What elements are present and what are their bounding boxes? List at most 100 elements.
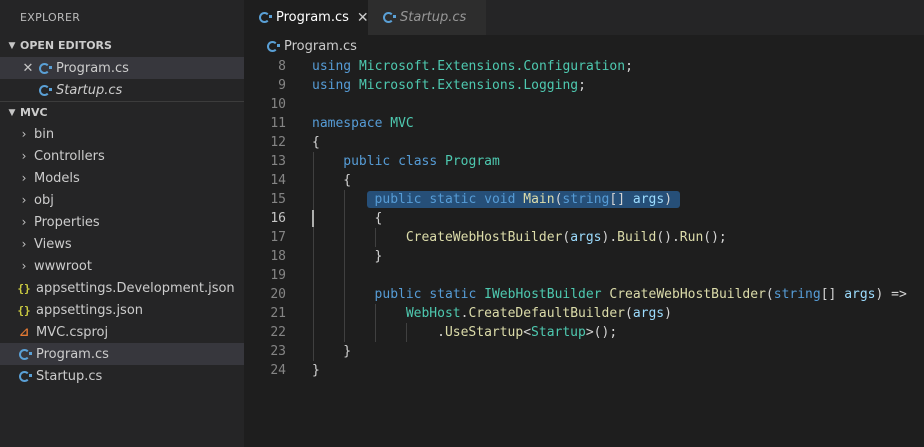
line-number: 11 xyxy=(270,116,286,131)
open-editors-header[interactable]: ▼ OPEN EDITORS xyxy=(0,35,244,57)
code-text: public static IWebHostBuilder CreateWebH… xyxy=(375,285,907,304)
code-token: namespace xyxy=(312,116,383,131)
file-appsettings-development[interactable]: {} appsettings.Development.json xyxy=(0,277,244,299)
tab-program[interactable]: Program.cs ✕ xyxy=(244,0,369,35)
open-editor-label: Program.cs xyxy=(56,60,129,76)
code-text: public class Program xyxy=(343,152,500,171)
code-token: MVC xyxy=(390,116,414,131)
line-number: 24 xyxy=(270,363,286,378)
code-line[interactable]: 14 { xyxy=(244,171,924,190)
code-line[interactable]: 10 xyxy=(244,95,924,114)
code-token: Startup xyxy=(531,325,586,340)
code-token: args xyxy=(632,306,665,321)
code-editor[interactable]: 8 using Microsoft.Extensions.Configuratio… xyxy=(244,57,924,380)
code-line[interactable]: 13 public class Program xyxy=(244,152,924,171)
code-line[interactable]: 22 .UseStartup<Startup>(); xyxy=(244,323,924,342)
code-text: } xyxy=(343,342,351,361)
code-line[interactable]: 19 xyxy=(244,266,924,285)
code-text: { xyxy=(375,209,383,228)
file-csproj[interactable]: ⊿ MVC.csproj xyxy=(0,321,244,343)
code-line[interactable]: 18} xyxy=(244,247,924,266)
code-line[interactable]: 16 { xyxy=(244,209,924,228)
code-token: string xyxy=(562,192,610,207)
folder-obj[interactable]: › obj xyxy=(0,189,244,211)
code-token: ( xyxy=(625,306,633,321)
chevron-right-icon: › xyxy=(21,237,27,251)
line-number: 9 xyxy=(278,78,286,93)
code-line[interactable]: 8 using Microsoft.Extensions.Configuratio… xyxy=(244,57,924,76)
chevron-right-icon: › xyxy=(21,127,27,141)
code-token: IWebHostBuilder xyxy=(484,287,602,302)
code-token: ; xyxy=(578,78,586,93)
csharp-icon xyxy=(256,10,272,26)
code-token: string xyxy=(773,287,821,302)
folder-bin[interactable]: › bin xyxy=(0,123,244,145)
code-text: public static void Main(string[] args) xyxy=(366,190,681,209)
code-line[interactable]: 11 namespace MVC xyxy=(244,114,924,133)
folder-models[interactable]: › Models xyxy=(0,167,244,189)
rss-icon: ⊿ xyxy=(18,325,30,339)
chevron-right-icon: › xyxy=(21,259,27,273)
code-token: >(); xyxy=(585,325,618,340)
line-number: 22 xyxy=(270,325,286,340)
folder-controllers[interactable]: › Controllers xyxy=(0,145,244,167)
editor-area: Program.cs ✕ Startup.cs Program.cs 8 usin… xyxy=(244,0,924,447)
code-token: (); xyxy=(703,230,727,245)
code-line[interactable]: 15 public static void Main(string[] args) xyxy=(244,190,924,209)
code-token: static xyxy=(429,192,477,207)
file-startup[interactable]: Startup.cs xyxy=(0,365,244,387)
close-icon[interactable]: ✕ xyxy=(357,10,369,26)
folder-label: Properties xyxy=(34,214,100,230)
code-line[interactable]: 20 public static IWebHostBuilder CreateWe… xyxy=(244,285,924,304)
code-token: Main xyxy=(523,192,555,207)
tab-startup[interactable]: Startup.cs xyxy=(368,0,486,35)
file-appsettings[interactable]: {} appsettings.json xyxy=(0,299,244,321)
chevron-right-icon: › xyxy=(21,171,27,185)
folder-wwwroot[interactable]: › wwwroot xyxy=(0,255,244,277)
code-text: } xyxy=(312,361,320,380)
code-text: namespace MVC xyxy=(312,114,414,133)
code-token: ; xyxy=(625,59,633,74)
code-line[interactable]: 12 { xyxy=(244,133,924,152)
code-line[interactable]: 23} xyxy=(244,342,924,361)
project-header[interactable]: ▼ MVC xyxy=(0,101,244,123)
code-text: WebHost.CreateDefaultBuilder(args) xyxy=(406,304,672,323)
code-token: { xyxy=(312,135,320,150)
open-editors-label: OPEN EDITORS xyxy=(20,39,112,52)
chevron-down-icon: ▼ xyxy=(8,107,16,118)
chevron-right-icon: › xyxy=(21,149,27,163)
code-line[interactable]: 21 WebHost.CreateDefaultBuilder(args) xyxy=(244,304,924,323)
code-token: . xyxy=(437,325,445,340)
code-token: args xyxy=(632,192,665,207)
code-text: CreateWebHostBuilder(args).Build().Run()… xyxy=(406,228,727,247)
selection-highlight: public static void Main(string[] args) xyxy=(366,191,681,208)
breadcrumb[interactable]: Program.cs xyxy=(244,35,924,57)
code-line[interactable]: 24} xyxy=(244,361,924,380)
folder-properties[interactable]: › Properties xyxy=(0,211,244,233)
file-label: Startup.cs xyxy=(36,368,103,384)
vscode-window: EXPLORER ▼ OPEN EDITORS ✕ Program.cs ✕ S… xyxy=(0,0,924,447)
json-icon: {} xyxy=(17,303,31,317)
code-token: using xyxy=(312,59,352,74)
csharp-icon xyxy=(264,38,280,54)
breadcrumb-label: Program.cs xyxy=(284,38,357,54)
code-line[interactable]: 9 using Microsoft.Extensions.Logging; xyxy=(244,76,924,95)
open-editor-item-startup[interactable]: ✕ Startup.cs xyxy=(0,79,244,101)
close-icon[interactable]: ✕ xyxy=(20,61,36,76)
code-token: } xyxy=(374,249,383,264)
code-token: ) xyxy=(664,192,673,207)
line-number: 19 xyxy=(270,268,286,283)
open-editor-label: Startup.cs xyxy=(56,82,123,98)
line-number: 12 xyxy=(270,135,286,150)
file-program[interactable]: Program.cs xyxy=(0,343,244,365)
json-icon: {} xyxy=(17,281,31,295)
folder-views[interactable]: › Views xyxy=(0,233,244,255)
code-token: Microsoft.Extensions.Logging xyxy=(358,78,579,93)
code-token: ) => xyxy=(875,287,907,302)
chevron-right-icon: › xyxy=(21,215,27,229)
line-number: 13 xyxy=(270,154,286,169)
open-editor-item-program[interactable]: ✕ Program.cs xyxy=(0,57,244,79)
code-line[interactable]: 17 CreateWebHostBuilder(args).Build().Run… xyxy=(244,228,924,247)
line-number: 8 xyxy=(278,59,286,74)
